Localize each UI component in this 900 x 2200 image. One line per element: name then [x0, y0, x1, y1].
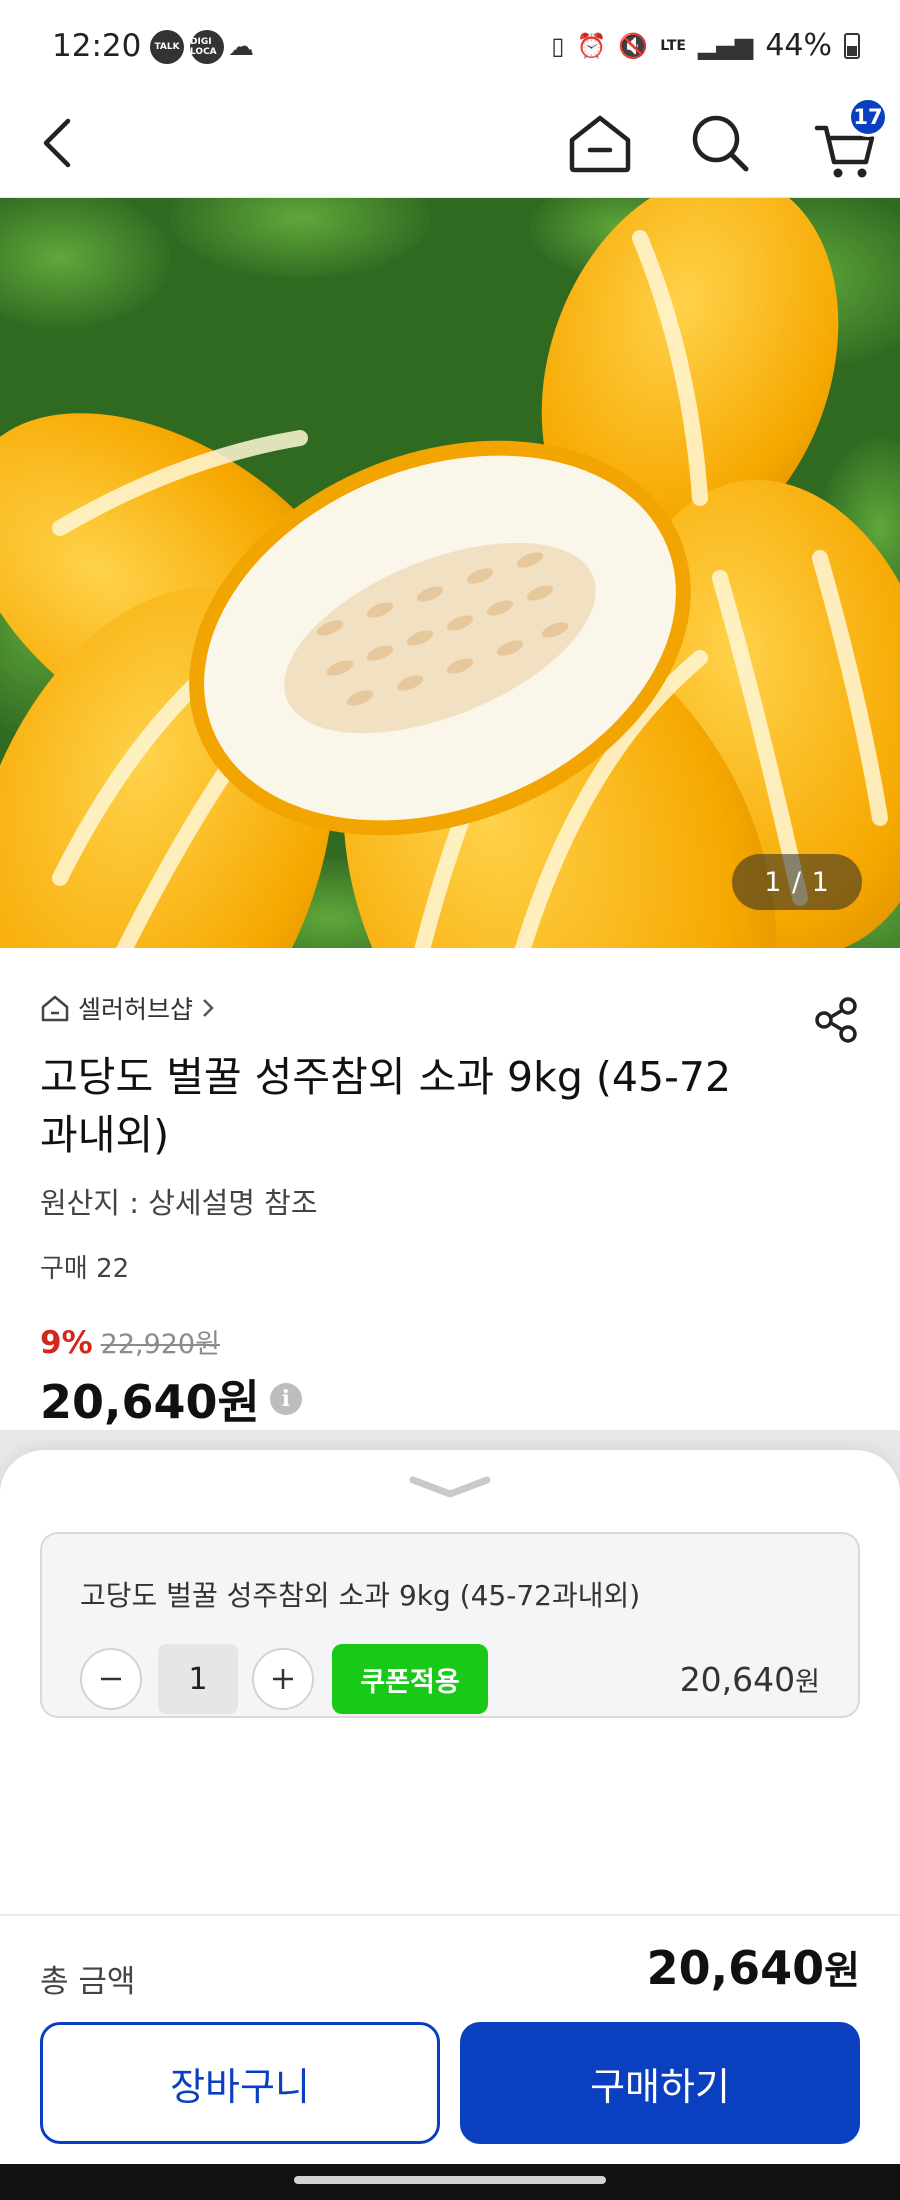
- option-name: 고당도 벌꿀 성주참외 소과 9kg (45-72과내외): [80, 1579, 641, 1612]
- discount-rate: 9%: [40, 1325, 93, 1361]
- signal-icon: ▂▄▆: [697, 31, 754, 60]
- home-icon: [569, 115, 631, 173]
- total-price: 20,640원: [647, 1940, 860, 1996]
- product-origin: 원산지 : 상세설명 참조: [40, 1186, 318, 1220]
- price-row: 20,640원 i: [40, 1366, 302, 1432]
- status-indicators: ▯ ⏰ 🔇 LTE ▂▄▆ 44%: [551, 28, 860, 63]
- status-bar: 12:20 TALK DIGI LOCA ☁ ▯ ⏰ 🔇 LTE ▂▄▆ 44%: [0, 0, 900, 95]
- add-to-cart-button[interactable]: 장바구니: [40, 2022, 440, 2144]
- chevron-left-icon: [43, 118, 71, 168]
- seller-name: 셀러허브샵: [78, 995, 194, 1024]
- system-nav-bar: [0, 2164, 900, 2200]
- option-price-value: 20,640: [679, 1660, 796, 1699]
- sheet-collapse-handle[interactable]: [405, 1468, 495, 1508]
- talk-app-icon: TALK: [150, 30, 184, 64]
- image-counter: 1 / 1: [732, 854, 862, 910]
- minus-icon: [101, 1677, 121, 1681]
- purchase-sheet: 고당도 벌꿀 성주참외 소과 9kg (45-72과내외) 1 쿠폰적용 20,…: [0, 1450, 900, 2200]
- quantity-decrease-button[interactable]: [80, 1648, 142, 1710]
- chevron-right-icon: [203, 999, 214, 1017]
- app-header: 17: [0, 95, 900, 198]
- option-price: 20,640원: [680, 1660, 820, 1699]
- battery-icon: [844, 32, 860, 59]
- search-button[interactable]: [680, 103, 760, 183]
- divider: [0, 1914, 900, 1916]
- home-indicator[interactable]: [294, 2176, 606, 2184]
- home-button[interactable]: [560, 103, 640, 183]
- cloud-app-icon: ☁: [228, 32, 254, 62]
- chevron-down-icon: [409, 1476, 491, 1498]
- share-button[interactable]: [808, 992, 864, 1048]
- quantity-increase-button[interactable]: [252, 1648, 314, 1710]
- total-label: 총 금액: [40, 1964, 136, 2000]
- vibrate-icon: ▯: [551, 31, 565, 60]
- buy-now-button[interactable]: 구매하기: [460, 2022, 860, 2144]
- product-title: 고당도 벌꿀 성주참외 소과 9kg (45-72과내외): [40, 1053, 732, 1159]
- mute-icon: 🔇: [618, 31, 649, 60]
- digi-loca-app-icon: DIGI LOCA: [190, 30, 224, 64]
- share-icon: [815, 997, 857, 1043]
- selected-option-card: 고당도 벌꿀 성주참외 소과 9kg (45-72과내외) 1 쿠폰적용 20,…: [40, 1532, 860, 1718]
- option-price-unit: 원: [795, 1667, 820, 1698]
- search-icon: [692, 115, 749, 172]
- total-price-value: 20,640: [646, 1941, 825, 1995]
- sale-price: 20,640원: [40, 1375, 260, 1429]
- product-info: 셀러허브샵 고당도 벌꿀 성주참외 소과 9kg (45-72과내외) 원산지 …: [0, 948, 900, 1508]
- status-time: 12:20: [52, 28, 142, 64]
- discount-row: 9% 22,920원: [40, 1322, 220, 1361]
- original-price: 22,920원: [100, 1329, 220, 1360]
- apply-coupon-button[interactable]: 쿠폰적용: [332, 1644, 488, 1714]
- melon-photo: [0, 198, 900, 948]
- quantity-input[interactable]: 1: [158, 1644, 238, 1714]
- cart-button[interactable]: 17: [800, 95, 890, 195]
- store-icon: [41, 995, 69, 1022]
- plus-icon: [273, 1669, 293, 1689]
- cart-count-badge: 17: [848, 97, 888, 137]
- total-price-unit: 원: [824, 1949, 860, 1994]
- alarm-icon: ⏰: [576, 31, 607, 60]
- seller-link[interactable]: 셀러허브샵: [40, 990, 215, 1026]
- back-button[interactable]: [18, 103, 98, 183]
- battery-percent: 44%: [765, 28, 832, 63]
- product-image[interactable]: 1 / 1: [0, 198, 900, 948]
- price-info-icon[interactable]: i: [269, 1383, 302, 1415]
- purchase-count: 구매 22: [40, 1254, 130, 1284]
- network-type: LTE: [660, 37, 686, 54]
